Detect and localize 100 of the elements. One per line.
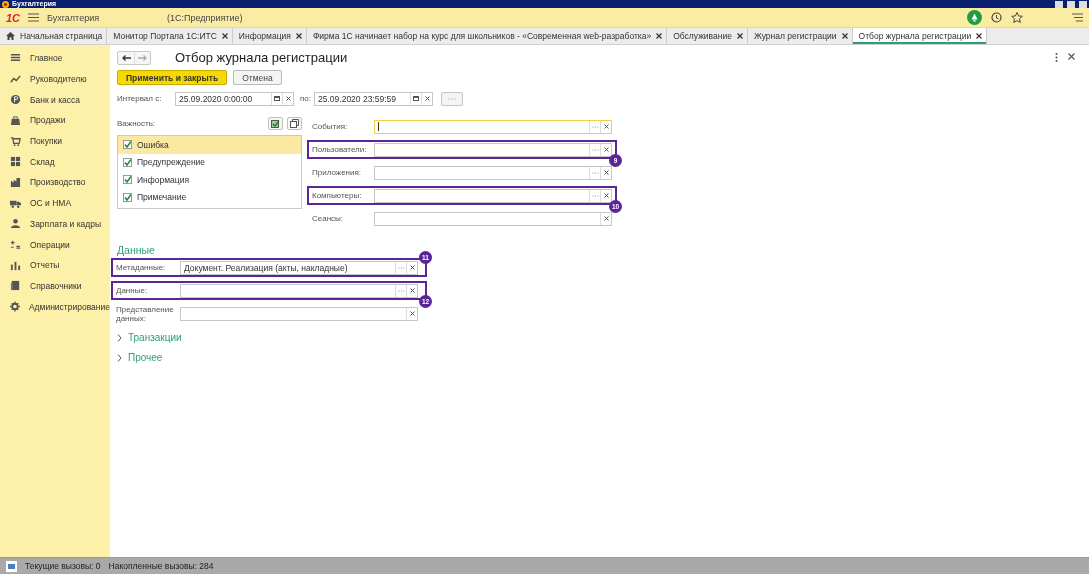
menu-icon[interactable] [1072,13,1083,22]
server-icon [6,560,17,572]
tab-label: Начальная страница [20,31,103,41]
input-field[interactable] [374,211,612,226]
field-label: Данные: [116,286,149,295]
sidebar-item[interactable]: Производство [0,172,110,193]
field-label: Компьютеры: [312,191,363,200]
field-label: Сеансы: [312,214,345,223]
sidebar-item[interactable]: ОС и НМА [0,192,110,214]
calendar-icon[interactable] [271,92,282,105]
field-label: Интервал с: [117,94,163,103]
status-text: Текущие вызовы: 0 [25,561,101,571]
item-label: Информация [137,174,190,185]
collapsible-group[interactable]: Прочее [117,352,1081,363]
field-label: по: [300,94,311,103]
tab-label: Журнал регистрации [753,31,837,41]
section-icon [10,280,21,292]
field-label: Метаданные: [116,263,167,272]
calendar-icon[interactable] [410,92,421,105]
copy-icon[interactable] [287,116,302,130]
clear-icon[interactable] [600,212,611,225]
logo: 1С [6,11,21,24]
menu-icon[interactable] [28,13,40,22]
tab-label: Отбор журнала регистрации [858,31,972,41]
chevron-icon [117,353,122,362]
sidebar-item[interactable]: Операции [0,234,110,255]
section-icon [10,94,21,106]
tab-label: Информация [238,31,291,41]
clear-icon[interactable] [600,189,611,202]
chevron-icon [117,333,122,342]
sidebar-item[interactable]: Администрирование [0,296,110,317]
cancel-button[interactable]: Отмена [233,70,282,85]
field-label: Приложения: [312,168,363,177]
sidebar-item[interactable]: Банк и касса [0,89,110,111]
input-field[interactable] [374,165,612,180]
section-icon [10,73,21,85]
sidebar-item[interactable]: Склад [0,151,110,173]
section-icon [10,301,20,313]
section-icon [10,239,21,251]
item-label: Ошибка [137,139,169,150]
app-logo-icon [2,0,9,8]
section-icon [10,114,21,126]
item-label: Предупреждение [137,157,206,168]
apply-button[interactable]: Применить и закрыть [117,70,228,85]
field-label: Пользователи: [312,145,368,154]
input-field[interactable] [180,306,418,321]
collapsible-group[interactable]: Транзакции [117,332,1081,343]
list-item[interactable]: Информация [118,171,301,189]
tab[interactable]: Отбор журнала регистрации [852,28,988,44]
section-heading: Данные [117,244,156,256]
input-field[interactable]: Документ. Реализация (акты, накладные) [180,260,418,275]
clear-icon[interactable] [600,120,611,133]
section-icon [10,176,21,188]
sidebar-item[interactable]: Покупки [0,130,110,152]
history-icon[interactable] [991,12,1002,23]
star-icon[interactable] [1011,12,1023,23]
app-name: Бухгалтерия [47,12,100,23]
date-field[interactable]: 25.09.2020 23:59:59 [314,91,433,106]
clear-icon[interactable] [406,284,417,297]
sidebar-item[interactable]: Руководителю [0,68,110,90]
sidebar-item[interactable]: Зарплата и кадры [0,213,110,235]
clear-icon[interactable] [600,143,611,156]
input-field[interactable] [180,283,418,298]
input-field[interactable] [374,188,612,203]
section-icon [10,135,21,147]
clear-icon[interactable] [406,261,417,274]
input-field[interactable] [374,142,612,157]
clear-icon[interactable] [406,307,417,320]
sidebar-item[interactable]: Справочники [0,275,110,297]
home-icon [6,32,15,40]
tab-label: Фирма 1С начинает набор на курс для школьников - «Современная web-разработка» [312,31,652,41]
clear-icon[interactable] [282,92,293,105]
input-field[interactable] [374,119,612,134]
checkbox[interactable] [123,157,132,167]
bell-icon[interactable] [967,10,982,25]
clear-icon[interactable] [600,166,611,179]
sidebar-item[interactable]: Главное [0,48,110,69]
section-icon [10,52,21,64]
field-label: События: [312,122,349,131]
checkbox[interactable] [123,192,132,202]
field-label: Важность: [117,118,157,128]
tab-label: Монитор Портала 1С:ИТС [113,31,217,41]
tab-label: Обслуживание [673,31,732,41]
sidebar-item[interactable]: Отчеты [0,254,110,276]
sidebar-item[interactable]: Продажи [0,110,110,131]
date-field[interactable]: 25.09.2020 0:00:00 [175,91,294,106]
section-icon [10,218,21,230]
status-text: Накопленные вызовы: 284 [108,561,214,571]
section-icon [10,259,21,271]
clear-icon[interactable] [421,92,432,105]
checkbox[interactable] [123,140,132,150]
list-item[interactable]: Предупреждение [118,153,301,171]
checkbox[interactable] [123,175,132,185]
form-title: Отбор журнала регистрации [175,50,348,65]
platform-name: (1С:Предприятие) [167,12,243,23]
check-all-icon[interactable] [268,116,283,130]
section-icon [10,156,21,168]
more-icon[interactable] [1055,53,1058,62]
list-item[interactable]: Примечание [118,188,301,206]
list-item[interactable]: Ошибка [118,136,301,154]
